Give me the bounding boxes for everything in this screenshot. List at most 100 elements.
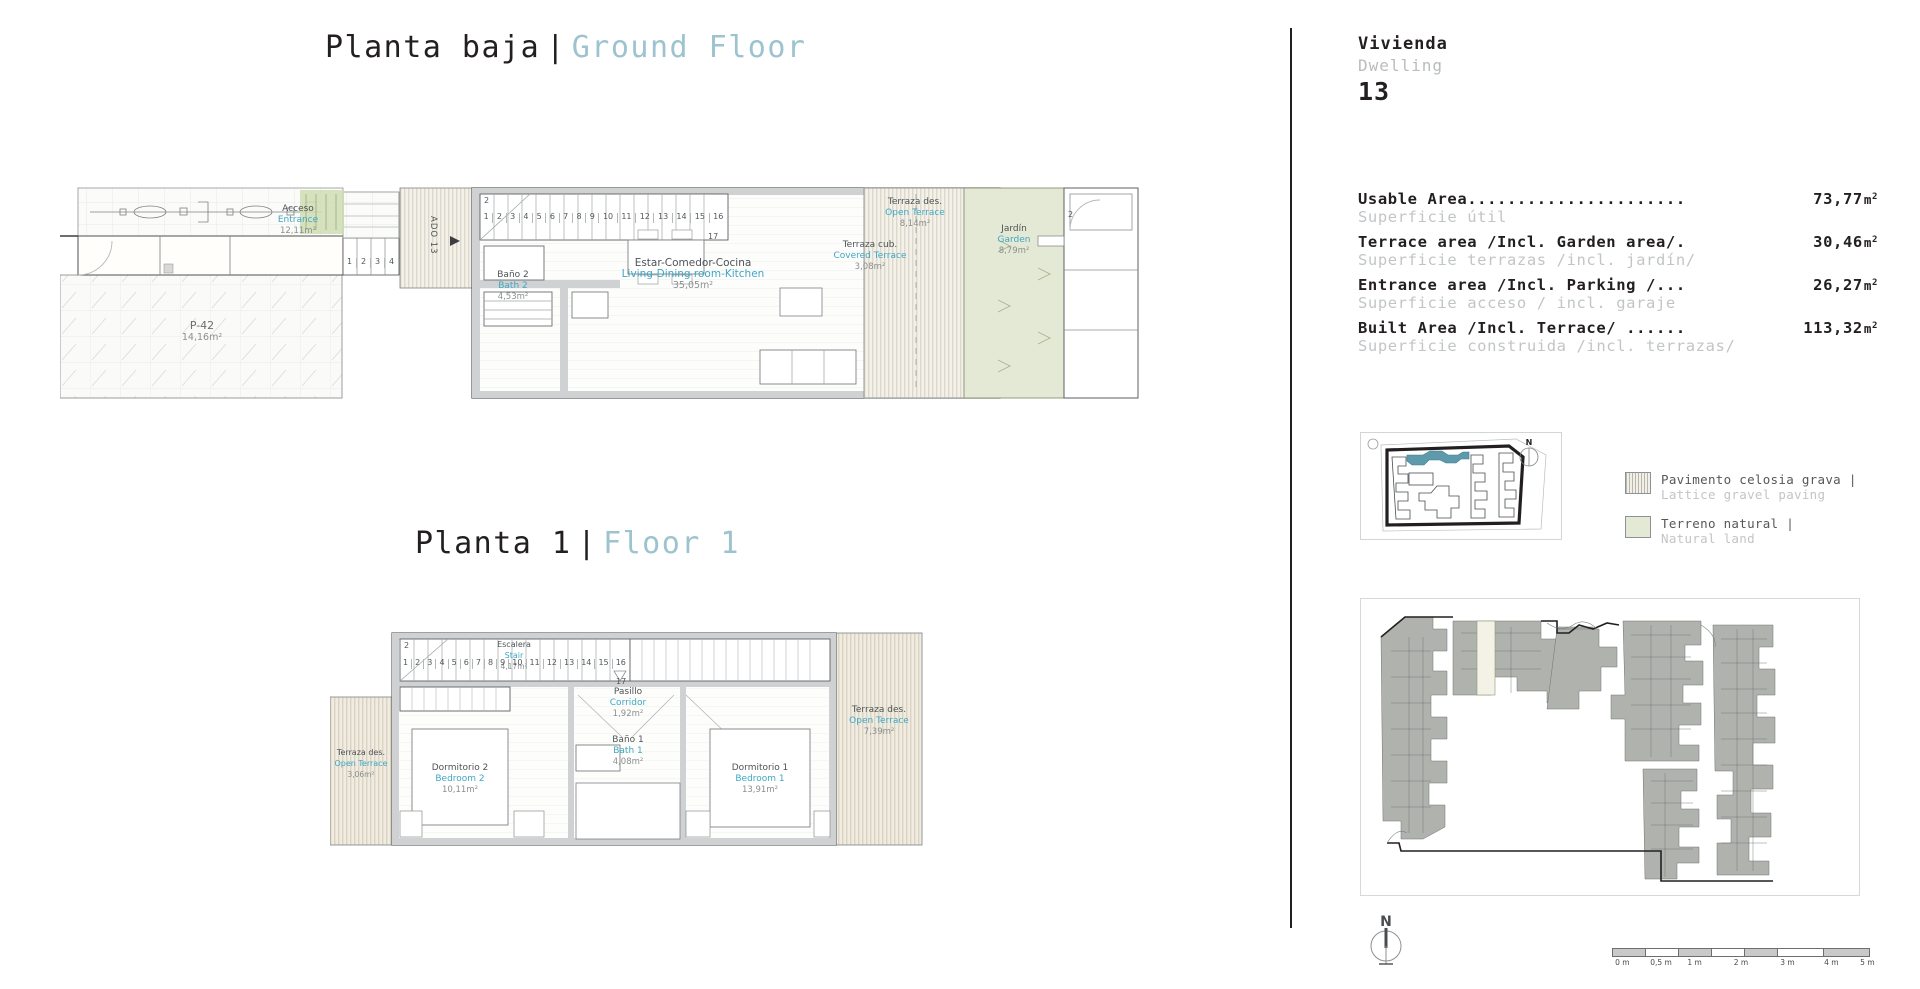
legend-label-es: Pavimento celosia grava | — [1661, 472, 1857, 487]
area-label-en: Terrace area /Incl. Garden area/. — [1358, 233, 1686, 251]
room-es: Dormitorio 1 — [732, 763, 789, 774]
parking-code: P-42 — [182, 320, 222, 332]
stair-number: 8 — [573, 213, 586, 223]
area-label-es: Superficie útil — [1358, 208, 1878, 226]
map-legend: Pavimento celosia grava | Lattice gravel… — [1625, 472, 1857, 560]
ground-floor-title: Planta baja|Ground Floor — [325, 30, 807, 65]
stair-number: 14 — [578, 659, 595, 669]
stair-number: 15 — [595, 659, 612, 669]
room-es: Pasillo — [610, 687, 646, 698]
room-en: Covered Terrace — [833, 251, 906, 262]
room-en: Bath 1 — [612, 746, 644, 757]
scale-tick: 4 m — [1824, 958, 1838, 967]
area-unit: m2 — [1864, 235, 1878, 250]
stair-number: 2 — [493, 213, 506, 223]
area-value: 73,77 — [1803, 190, 1863, 208]
room-label-estar-comedor-cocina: Estar-Comedor-Cocina Living-Dining room-… — [622, 258, 765, 291]
stair-number: 10 — [599, 213, 617, 223]
site-plan-map — [1360, 598, 1860, 896]
floor1-stair-numbers: 1 2 3 4 5 6 7 8 9 10 11 12 13 14 15 16 — [400, 659, 630, 669]
room-es: Terraza des. — [849, 705, 909, 716]
room-label-dormitorio-2: Dormitorio 2 Bedroom 2 10,11m² — [432, 763, 489, 796]
scale-tick: 3 m — [1780, 958, 1794, 967]
area-unit: m2 — [1864, 278, 1878, 293]
stair-number: 9 — [497, 659, 509, 669]
room-label-dormitorio-1: Dormitorio 1 Bedroom 1 13,91m² — [732, 763, 789, 796]
stair-number: 4 — [385, 258, 399, 268]
floor1-stair-end-number: 17 — [616, 677, 626, 686]
legend-text: Pavimento celosia grava | Lattice gravel… — [1661, 472, 1857, 502]
gravel-swatch-icon — [1625, 472, 1651, 494]
area-row-en: Entrance area /Incl. Parking /... 26,27 … — [1358, 276, 1878, 294]
stair-number: 15 — [691, 213, 709, 223]
room-area: 8,14m² — [885, 219, 945, 230]
room-area: 13,91m² — [732, 785, 789, 796]
unit-base: m — [1864, 192, 1872, 207]
scale-tick: 0 m — [1615, 958, 1629, 967]
area-row: Terrace area /Incl. Garden area/. 30,46 … — [1358, 233, 1878, 269]
room-label-jardin: Jardín Garden 8,79m² — [998, 224, 1031, 257]
room-es: Terraza cub. — [833, 240, 906, 251]
stair-number: 3 — [507, 213, 520, 223]
legend-label-es: Terreno natural | — [1661, 516, 1794, 531]
stair-number: 4 — [436, 659, 448, 669]
room-en: Open Terrace — [885, 208, 945, 219]
stair-number: 10 — [509, 659, 526, 669]
compass-north-label: N — [1380, 914, 1392, 930]
room-en: Bath 2 — [497, 281, 529, 292]
area-row-en: Terrace area /Incl. Garden area/. 30,46 … — [1358, 233, 1878, 251]
stair-number: 5 — [449, 659, 461, 669]
key-map-svg: N — [1361, 433, 1559, 537]
scale-segment — [1679, 949, 1712, 956]
stair-number: 1 — [400, 659, 412, 669]
scale-bar-segments — [1612, 948, 1870, 957]
room-area: 4,53m² — [497, 292, 529, 303]
dwelling-header: Vivienda Dwelling 13 — [1358, 34, 1448, 106]
scale-segment — [1778, 949, 1824, 956]
stair-number: 3 — [371, 258, 385, 268]
site-key-map: N — [1360, 432, 1562, 540]
stair-number: 11 — [527, 659, 544, 669]
stair-number: 16 — [710, 213, 728, 223]
dwelling-label-en: Dwelling — [1358, 55, 1448, 76]
area-label-en: Usable Area — [1358, 190, 1467, 208]
room-area: 3,06m² — [334, 769, 387, 780]
room-area: 10,11m² — [432, 785, 489, 796]
room-label-terraza-des-izq: Terraza des. Open Terrace 3,06m² — [334, 747, 387, 780]
floor1-drawing: Escalera Stair 4,17m² Pasillo Corridor 1… — [330, 625, 950, 890]
scale-tick: 5 m — [1860, 958, 1874, 967]
site-plan-svg — [1361, 599, 1857, 893]
room-en: Corridor — [610, 698, 646, 709]
room-es: Baño 2 — [497, 270, 529, 281]
ground-floor-title-es: Planta baja — [325, 30, 540, 65]
room-label-terraza-des-der: Terraza des. Open Terrace 7,39m² — [849, 705, 909, 738]
area-value: 113,32 — [1793, 319, 1863, 337]
room-en: Open Terrace — [334, 758, 387, 769]
area-row: Usable Area ...................... 73,77… — [1358, 190, 1878, 226]
area-value: 30,46 — [1803, 233, 1863, 251]
area-table: Usable Area ...................... 73,77… — [1358, 190, 1878, 362]
room-es: Terraza des. — [885, 197, 945, 208]
unit-exponent: 2 — [1872, 192, 1878, 202]
stair-number: 12 — [636, 213, 654, 223]
entry-stair-numbers: 1 2 3 4 — [343, 258, 399, 268]
main-stair-numbers: 1 2 3 4 5 6 7 8 9 10 11 12 13 14 15 16 — [480, 213, 728, 223]
scale-tick: 1 m — [1687, 958, 1701, 967]
floor1-title: Planta 1|Floor 1 — [415, 526, 740, 561]
panel-divider — [1290, 28, 1292, 928]
floor1-title-en: Floor 1 — [603, 526, 740, 561]
room-label-pasillo: Pasillo Corridor 1,92m² — [610, 687, 646, 720]
room-label-terraza-descubierta: Terraza des. Open Terrace 8,14m² — [885, 197, 945, 230]
room-label-bano-2: Baño 2 Bath 2 4,53m² — [497, 270, 529, 303]
scale-segment — [1824, 949, 1869, 956]
area-row-en: Usable Area ...................... 73,77… — [1358, 190, 1878, 208]
stair-number: 14 — [673, 213, 691, 223]
unit-base: m — [1864, 278, 1872, 293]
stair-number: 9 — [586, 213, 599, 223]
room-area: 1,92m² — [610, 709, 646, 720]
ground-floor-drawing: Acceso Entrance 12,11m² Baño 2 Bath 2 4,… — [60, 180, 1145, 425]
legend-item: Pavimento celosia grava | Lattice gravel… — [1625, 472, 1857, 502]
area-value: 26,27 — [1803, 276, 1863, 294]
area-dots: ...................... — [1467, 190, 1686, 208]
room-es: Acceso — [278, 204, 318, 215]
